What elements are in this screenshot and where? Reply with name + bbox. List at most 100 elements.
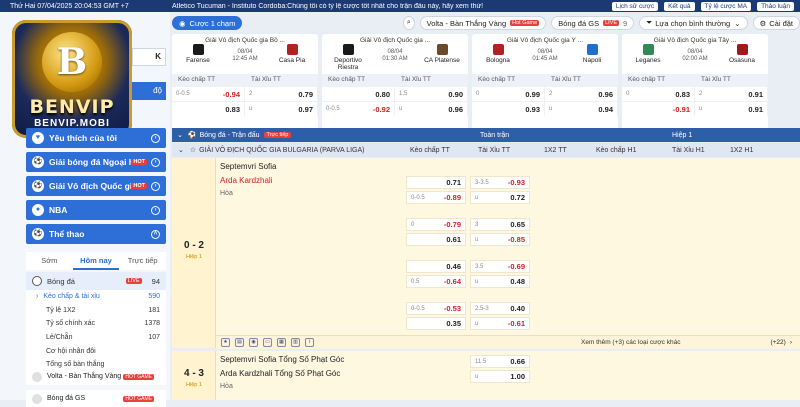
login-button[interactable]: độ xyxy=(132,82,166,100)
market-double-chance[interactable]: Cơ hội nhân đôi xyxy=(26,344,166,358)
tab-today[interactable]: Hôm nay xyxy=(73,252,120,270)
field-icon[interactable]: ▭ xyxy=(263,338,272,347)
odds-cell[interactable]: 2.5-30.40 xyxy=(470,302,530,315)
odds-format-select[interactable]: Tỷ lệ cược MA xyxy=(701,2,752,11)
sidebar-favorites[interactable]: ♥ Yêu thích của tôi › xyxy=(26,128,166,148)
card-odds-row: 00.8320.91 xyxy=(622,86,768,101)
heart-icon: ♥ xyxy=(32,132,44,144)
sidebar-item-premier-league[interactable]: ⚽ Giải bóng đá Ngoại hạn... HOT › xyxy=(26,152,166,172)
collapse-icon[interactable]: ⌄ xyxy=(177,131,183,139)
odds-cell[interactable]: 1.50.90 xyxy=(395,87,468,101)
odds-cell[interactable]: 0-0.5-0.53 xyxy=(406,302,466,315)
stats-icon[interactable]: ▤ xyxy=(235,338,244,347)
odds-cell[interactable]: u0.48 xyxy=(470,275,530,288)
odds-cell[interactable]: 00.99 xyxy=(472,87,545,101)
odds-cell[interactable]: 0.80 xyxy=(322,87,395,101)
eye-icon[interactable]: ◉ xyxy=(249,338,258,347)
search-icon[interactable]: ⌕ xyxy=(403,16,415,30)
tab-live[interactable]: Trực tiếp xyxy=(119,252,166,270)
arrow-icon: › xyxy=(36,293,38,300)
more-count[interactable]: (+22) xyxy=(770,339,785,346)
home-team: Septemvri Sofia xyxy=(220,162,276,171)
odds-cell[interactable]: u-0.61 xyxy=(470,317,530,330)
odds-cell[interactable]: 3-3.5-0.93 xyxy=(470,176,530,189)
odds-cell[interactable]: 0.93 xyxy=(472,102,545,116)
odds-cell[interactable]: 00.83 xyxy=(622,87,695,101)
team-crest-icon xyxy=(737,44,748,55)
card-odds-row: 0-0.5-0.92u0.96 xyxy=(322,101,468,116)
odds-cell[interactable]: 30.65 xyxy=(470,218,530,231)
corner-match-block: Septemvri Sofia Tổng Số Phạt Góc Arda Ka… xyxy=(216,351,800,400)
chevron-right-icon[interactable]: › xyxy=(790,339,792,346)
match-card[interactable]: Giải Vô địch Quốc gia ...Deportivo Riest… xyxy=(322,34,468,132)
odds-cell[interactable]: u0.72 xyxy=(470,191,530,204)
match-card[interactable]: Giải Vô địch Quốc gia Tây ...Leganes08/0… xyxy=(622,34,768,132)
odds-cell[interactable]: 0.5-0.64 xyxy=(406,275,466,288)
sidebar-item-sports[interactable]: ⚽ Thể thao ˄ xyxy=(26,224,166,244)
odds-cell[interactable]: u-0.85 xyxy=(470,233,530,246)
odds-cell[interactable]: 0-0.5-0.94 xyxy=(172,87,245,101)
league-header[interactable]: ⌄ ☆ GIẢI VÔ ĐỊCH QUỐC GIA BULGARIA (PARV… xyxy=(172,143,800,157)
settings-button[interactable]: ⚙ Cài đặt xyxy=(753,16,800,30)
market-1x2[interactable]: Tỷ lệ 1X2 181 xyxy=(26,304,166,318)
sport-football[interactable]: Bóng đá LIVE 94 xyxy=(26,272,166,290)
team-crest-icon xyxy=(287,44,298,55)
benvip-logo: B BENVIP BENVIP.MOBI xyxy=(12,20,132,138)
results-link[interactable]: Kết quả xyxy=(664,2,694,11)
odds-cell[interactable]: 20.79 xyxy=(245,87,318,101)
odds-cell[interactable]: 20.96 xyxy=(545,87,618,101)
match-card[interactable]: Giải Vô địch Quốc gia Ý ...Bologna08/040… xyxy=(472,34,618,132)
balance-box[interactable]: K xyxy=(132,48,166,66)
odds-cell[interactable]: u0.94 xyxy=(545,102,618,116)
odds-cell[interactable]: 0-0.79 xyxy=(406,218,466,231)
sport-volta[interactable]: Volta - Bàn Thắng Vàng HOT GAME xyxy=(26,368,166,385)
odds-cell[interactable]: 0.46 xyxy=(406,260,466,273)
odds-cell[interactable]: 0.83 xyxy=(172,102,245,116)
news-ticker[interactable]: Atletico Tucuman - Instituto Cordoba:Chú… xyxy=(172,3,612,10)
odds-cell[interactable]: 11.50.66 xyxy=(470,355,530,368)
odds-cell[interactable]: 3.5-0.69 xyxy=(470,260,530,273)
odds-cell[interactable]: 0.35 xyxy=(406,317,466,330)
home-team: Septemvri Sofia Tổng Số Phạt Góc xyxy=(220,355,344,364)
odds-cell[interactable]: 0.71 xyxy=(406,176,466,189)
table-icon[interactable]: ▥ xyxy=(291,338,300,347)
discussion-link[interactable]: Thảo luận xyxy=(757,2,794,11)
sport-menu: Bóng đá LIVE 94 › Kèo chấp & tài xỉu 590… xyxy=(26,272,166,372)
chevron-right-icon: › xyxy=(151,206,160,215)
star-icon[interactable]: ★ xyxy=(221,338,230,347)
sort-select[interactable]: ⏷ Lựa chọn bình thường ⌄ xyxy=(639,16,747,30)
info-icon[interactable]: i xyxy=(305,338,314,347)
market-handicap-ou[interactable]: › Kèo chấp & tài xỉu 590 xyxy=(26,290,166,304)
odds-cell[interactable]: u0.91 xyxy=(695,102,768,116)
chart-icon[interactable]: ▦ xyxy=(277,338,286,347)
odds-cell[interactable]: 20.91 xyxy=(695,87,768,101)
match-card[interactable]: Giải Vô địch Quốc gia Bồ ...Farense08/04… xyxy=(172,34,318,132)
odds-cell[interactable]: u1.00 xyxy=(470,370,530,383)
gs-football-button[interactable]: Bóng đá GS LIVE 9 xyxy=(551,16,634,30)
star-icon[interactable]: ☆ xyxy=(190,146,196,154)
sidebar-item-nba[interactable]: ● NBA › xyxy=(26,200,166,220)
odds-cell[interactable]: 0.61 xyxy=(406,233,466,246)
market-odd-even[interactable]: Lẻ/Chẵn 107 xyxy=(26,331,166,345)
card-header: Giải Vô địch Quốc gia Tây ...Leganes08/0… xyxy=(622,34,768,74)
volta-button[interactable]: Volta - Bàn Thắng Vàng Hot Game xyxy=(420,16,547,30)
odds-cell[interactable]: u0.97 xyxy=(245,102,318,116)
more-markets-link[interactable]: Xem thêm (+3) các loại cược khác xyxy=(581,339,680,346)
featured-matches: Giải Vô địch Quốc gia Bồ ...Farense08/04… xyxy=(172,34,800,132)
bet-history-link[interactable]: Lịch sử cược xyxy=(612,2,658,11)
sidebar-item-serie-a[interactable]: ⚽ Giải Vô địch Quốc gia Ý ... HOT › xyxy=(26,176,166,196)
market-correct-score[interactable]: Tỷ số chính xác 1378 xyxy=(26,317,166,331)
league-icon: ⚽ xyxy=(32,156,44,168)
sport-gs-football[interactable]: Bóng đá GS HOT GAME xyxy=(26,390,166,407)
chevron-right-icon: › xyxy=(151,158,160,167)
tab-early[interactable]: Sớm xyxy=(26,252,73,270)
card-columns: Kèo chấp TTTài Xỉu TT xyxy=(622,74,768,86)
odds-cell[interactable]: -0.91 xyxy=(622,102,695,116)
one-click-bet-toggle[interactable]: ◉ Cược 1 chạm xyxy=(172,16,242,30)
odds-cell[interactable]: u0.96 xyxy=(395,102,468,116)
odds-cell[interactable]: 0-0.5-0.92 xyxy=(322,102,395,116)
score-column xyxy=(172,158,216,348)
datetime: Thứ Hai 07/04/2025 20:04:53 GMT +7 xyxy=(0,3,172,10)
odds-cell[interactable]: 0-0.5-0.89 xyxy=(406,191,466,204)
logo-title: BENVIP xyxy=(12,96,132,118)
